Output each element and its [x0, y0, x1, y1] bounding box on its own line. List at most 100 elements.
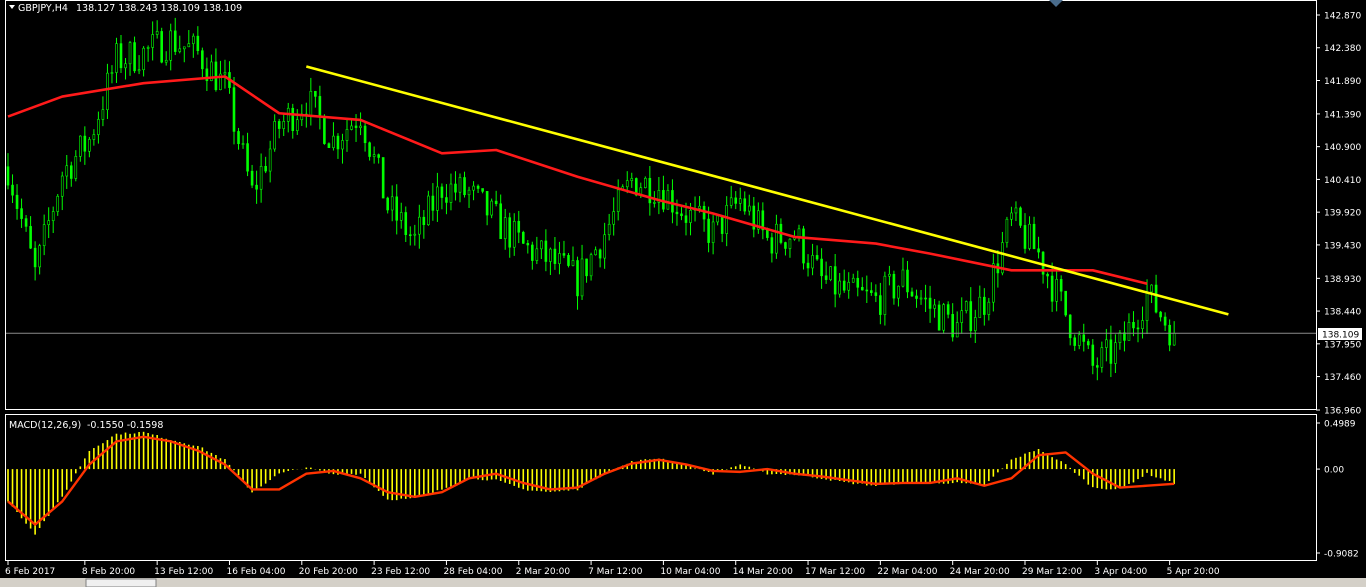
candle-body	[1046, 273, 1049, 277]
candle-body	[327, 143, 331, 149]
candle-body	[1141, 320, 1144, 329]
price-tick-label: 142.380	[1324, 44, 1361, 54]
candle-body	[797, 228, 801, 238]
price-tick-label: 139.920	[1324, 209, 1361, 219]
candle-body	[440, 186, 444, 198]
candle-body	[38, 245, 41, 268]
candle-body	[372, 154, 376, 157]
candle-body	[173, 30, 177, 52]
price-tick-label: 137.460	[1324, 373, 1361, 383]
chart-canvas: 142.870 142.380 141.890 141.390 140.900 140.4…	[0, 0, 1366, 587]
candle-body	[350, 125, 353, 130]
price-tick-label: 139.430	[1324, 241, 1361, 251]
candle-body	[246, 143, 249, 172]
candle-body	[594, 249, 597, 256]
candle-body	[1014, 207, 1018, 214]
candle-body	[607, 223, 611, 236]
candle-body	[65, 165, 69, 177]
candle-body	[273, 121, 276, 150]
candle-body	[630, 178, 634, 181]
candle-body	[1091, 344, 1095, 366]
candle-body	[585, 258, 588, 277]
candle-body	[558, 253, 561, 264]
candle-body	[1127, 321, 1131, 341]
candle-body	[182, 46, 186, 50]
current-price-label: 138.109	[1322, 331, 1359, 341]
candle-body	[829, 266, 832, 280]
candle-body	[277, 121, 281, 129]
candle-body	[115, 43, 118, 73]
candle-body	[1100, 347, 1104, 368]
candle-body	[675, 211, 679, 215]
candle-body	[838, 280, 841, 295]
macd-tick-label: -0.9082	[1324, 550, 1359, 560]
candle-body	[128, 42, 132, 65]
candle-body	[531, 244, 534, 261]
candle-body	[698, 205, 701, 209]
candle-body	[1059, 279, 1063, 292]
candle-body	[418, 216, 421, 235]
price-tick-label: 141.890	[1324, 77, 1361, 87]
candle-body	[707, 218, 710, 243]
candle-body	[51, 211, 55, 221]
candle-body	[901, 269, 905, 287]
candle-body	[60, 175, 64, 197]
candle-body	[24, 218, 28, 227]
candle-body	[553, 248, 557, 264]
candle-body	[567, 255, 570, 266]
candle-body	[1005, 218, 1009, 243]
time-tick-label: 22 Mar 04:00	[877, 567, 937, 577]
candle-body	[1086, 341, 1090, 346]
candle-body	[490, 200, 493, 216]
candle-body	[1082, 334, 1086, 342]
ohlc-readout: 138.127 138.243 138.109 138.109	[76, 3, 242, 14]
candle-body	[476, 185, 480, 189]
time-tick-label: 20 Feb 20:00	[299, 567, 358, 577]
price-tick-label: 137.950	[1324, 340, 1361, 350]
candle-body	[508, 217, 512, 248]
candle-body	[1064, 290, 1067, 316]
candle-body	[137, 69, 141, 72]
candle-body	[169, 30, 173, 61]
candle-body	[124, 63, 127, 69]
candle-body	[6, 166, 10, 186]
candle-body	[309, 90, 313, 116]
candle-body	[842, 280, 846, 291]
time-tick-label: 24 Mar 20:00	[950, 567, 1010, 577]
candle-body	[445, 197, 448, 203]
time-tick-label: 14 Mar 20:00	[733, 567, 793, 577]
candle-body	[1154, 284, 1158, 313]
candle-body	[729, 197, 733, 206]
candle-body	[983, 296, 986, 315]
candle-body	[616, 189, 620, 212]
candle-body	[1032, 223, 1036, 250]
candle-body	[88, 139, 91, 152]
candle-body	[1077, 334, 1081, 346]
candle-body	[196, 35, 200, 51]
candle-body	[883, 275, 887, 315]
price-tick-label: 140.900	[1324, 143, 1361, 153]
candle-body	[725, 205, 728, 234]
active-tab[interactable]	[85, 578, 157, 587]
candle-body	[264, 166, 267, 172]
candle-body	[92, 134, 96, 140]
candle-body	[847, 281, 851, 291]
candle-body	[738, 198, 742, 204]
candle-body	[142, 47, 145, 71]
candle-body	[689, 209, 692, 223]
current-price-tag: 138.109	[1318, 328, 1362, 341]
candle-body	[535, 248, 539, 261]
candle-body	[906, 269, 909, 293]
candle-body	[318, 96, 322, 117]
time-tick-label: 23 Feb 12:00	[371, 567, 430, 577]
macd-tick-label: 0.00	[1324, 466, 1344, 476]
candle-body	[237, 131, 240, 145]
candle-body	[544, 240, 548, 262]
candle-body	[413, 233, 417, 236]
candle-body	[259, 166, 263, 190]
time-axis-ticks: 6 Feb 2017 8 Feb 20:00 13 Feb 12:00 16 Feb …	[5, 561, 1220, 577]
candle-body	[888, 273, 891, 277]
candle-body	[625, 180, 629, 188]
candle-body	[241, 143, 245, 145]
candle-body	[526, 243, 530, 246]
